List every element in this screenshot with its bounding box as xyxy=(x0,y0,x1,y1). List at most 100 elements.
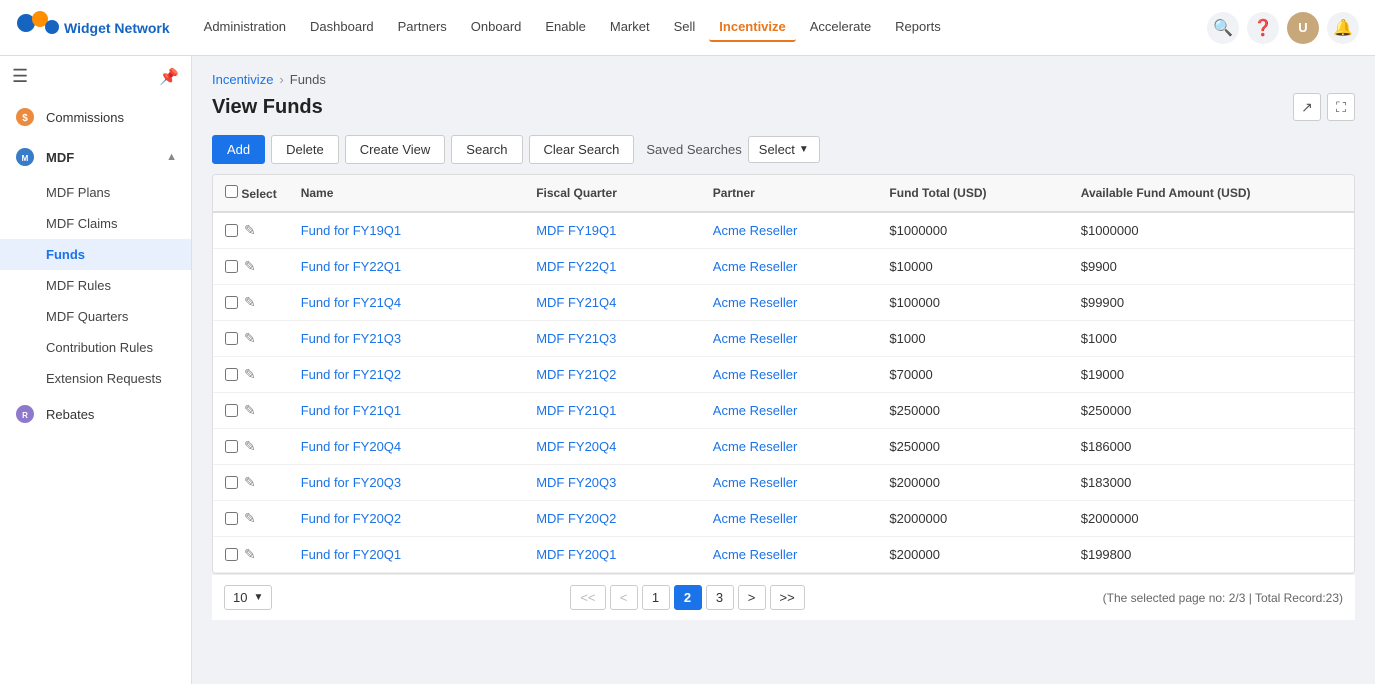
sidebar-sub-item-mdf-plans[interactable]: MDF Plans xyxy=(0,177,191,208)
edit-icon-6[interactable]: ✎ xyxy=(244,438,256,455)
saved-searches-select[interactable]: Select ▼ xyxy=(748,136,820,163)
pagination-page-2[interactable]: 2 xyxy=(674,585,702,610)
nav-link-administration[interactable]: Administration xyxy=(194,13,296,42)
row-checkbox-2[interactable] xyxy=(225,296,238,309)
edit-icon-1[interactable]: ✎ xyxy=(244,258,256,275)
row-partner-link-1[interactable]: Acme Reseller xyxy=(713,259,798,274)
row-fq-link-3[interactable]: MDF FY21Q3 xyxy=(536,331,616,346)
sidebar-sub-item-extension-requests[interactable]: Extension Requests xyxy=(0,363,191,394)
nav-link-partners[interactable]: Partners xyxy=(388,13,457,42)
table-row: ✎ Fund for FY20Q3 MDF FY20Q3 Acme Resell… xyxy=(213,465,1354,501)
nav-link-sell[interactable]: Sell xyxy=(664,13,706,42)
pagination-page-3[interactable]: 3 xyxy=(706,585,734,610)
search-button[interactable]: Search xyxy=(451,135,522,164)
nav-links: AdministrationDashboardPartnersOnboardEn… xyxy=(194,13,1207,42)
row-fq-link-8[interactable]: MDF FY20Q2 xyxy=(536,511,616,526)
row-checkbox-9[interactable] xyxy=(225,548,238,561)
pagination-first[interactable]: << xyxy=(570,585,605,610)
pagination-page-1[interactable]: 1 xyxy=(642,585,670,610)
user-avatar[interactable]: U xyxy=(1287,12,1319,44)
edit-icon-0[interactable]: ✎ xyxy=(244,222,256,239)
row-partner-link-6[interactable]: Acme Reseller xyxy=(713,439,798,454)
sidebar-mdf-group[interactable]: M MDF ▲ xyxy=(0,137,191,177)
row-fq-link-7[interactable]: MDF FY20Q3 xyxy=(536,475,616,490)
edit-icon-4[interactable]: ✎ xyxy=(244,366,256,383)
row-name-link-0[interactable]: Fund for FY19Q1 xyxy=(301,223,401,238)
pagination-next[interactable]: > xyxy=(738,585,766,610)
edit-icon-8[interactable]: ✎ xyxy=(244,510,256,527)
row-checkbox-6[interactable] xyxy=(225,440,238,453)
row-partner-link-4[interactable]: Acme Reseller xyxy=(713,367,798,382)
clear-search-button[interactable]: Clear Search xyxy=(529,135,635,164)
edit-icon-7[interactable]: ✎ xyxy=(244,474,256,491)
nav-link-reports[interactable]: Reports xyxy=(885,13,951,42)
page-size-select[interactable]: 10 ▼ xyxy=(224,585,272,610)
pagination-last[interactable]: >> xyxy=(770,585,805,610)
edit-icon-2[interactable]: ✎ xyxy=(244,294,256,311)
row-checkbox-4[interactable] xyxy=(225,368,238,381)
row-fq-link-4[interactable]: MDF FY21Q2 xyxy=(536,367,616,382)
row-name-link-2[interactable]: Fund for FY21Q4 xyxy=(301,295,401,310)
row-fiscal-quarter-4: MDF FY21Q2 xyxy=(524,357,701,393)
sidebar-sub-item-contribution-rules[interactable]: Contribution Rules xyxy=(0,332,191,363)
row-partner-link-2[interactable]: Acme Reseller xyxy=(713,295,798,310)
row-checkbox-3[interactable] xyxy=(225,332,238,345)
row-fq-link-1[interactable]: MDF FY22Q1 xyxy=(536,259,616,274)
row-partner-link-7[interactable]: Acme Reseller xyxy=(713,475,798,490)
nav-link-accelerate[interactable]: Accelerate xyxy=(800,13,881,42)
row-checkbox-1[interactable] xyxy=(225,260,238,273)
row-partner-link-5[interactable]: Acme Reseller xyxy=(713,403,798,418)
search-nav-icon[interactable]: 🔍 xyxy=(1207,12,1239,44)
sidebar-sub-item-mdf-quarters[interactable]: MDF Quarters xyxy=(0,301,191,332)
row-partner-link-0[interactable]: Acme Reseller xyxy=(713,223,798,238)
pin-icon[interactable]: 📌 xyxy=(159,67,179,87)
row-fq-link-9[interactable]: MDF FY20Q1 xyxy=(536,547,616,562)
row-name-link-5[interactable]: Fund for FY21Q1 xyxy=(301,403,401,418)
row-checkbox-0[interactable] xyxy=(225,224,238,237)
row-name-link-8[interactable]: Fund for FY20Q2 xyxy=(301,511,401,526)
select-all-checkbox[interactable] xyxy=(225,185,238,198)
row-partner-link-9[interactable]: Acme Reseller xyxy=(713,547,798,562)
add-button[interactable]: Add xyxy=(212,135,265,164)
row-name-link-7[interactable]: Fund for FY20Q3 xyxy=(301,475,401,490)
row-name-link-1[interactable]: Fund for FY22Q1 xyxy=(301,259,401,274)
create-view-button[interactable]: Create View xyxy=(345,135,446,164)
fullscreen-icon[interactable]: ⛶ xyxy=(1327,93,1355,121)
pagination-prev[interactable]: < xyxy=(610,585,638,610)
row-fq-link-2[interactable]: MDF FY21Q4 xyxy=(536,295,616,310)
nav-link-dashboard[interactable]: Dashboard xyxy=(300,13,384,42)
delete-button[interactable]: Delete xyxy=(271,135,339,164)
row-checkbox-7[interactable] xyxy=(225,476,238,489)
edit-icon-5[interactable]: ✎ xyxy=(244,402,256,419)
row-fq-link-0[interactable]: MDF FY19Q1 xyxy=(536,223,616,238)
nav-link-market[interactable]: Market xyxy=(600,13,660,42)
notifications-icon[interactable]: 🔔 xyxy=(1327,12,1359,44)
logo[interactable]: Widget Network xyxy=(16,9,170,47)
row-fq-link-5[interactable]: MDF FY21Q1 xyxy=(536,403,616,418)
row-name-link-3[interactable]: Fund for FY21Q3 xyxy=(301,331,401,346)
row-checkbox-5[interactable] xyxy=(225,404,238,417)
row-name-link-4[interactable]: Fund for FY21Q2 xyxy=(301,367,401,382)
sidebar-sub-item-mdf-rules[interactable]: MDF Rules xyxy=(0,270,191,301)
nav-link-incentivize[interactable]: Incentivize xyxy=(709,13,795,42)
help-icon[interactable]: ❓ xyxy=(1247,12,1279,44)
row-fq-link-6[interactable]: MDF FY20Q4 xyxy=(536,439,616,454)
sidebar-sub-item-mdf-claims[interactable]: MDF Claims xyxy=(0,208,191,239)
table-row: ✎ Fund for FY20Q4 MDF FY20Q4 Acme Resell… xyxy=(213,429,1354,465)
sidebar-item-rebates[interactable]: R Rebates xyxy=(0,394,191,434)
sidebar-item-commissions[interactable]: $ Commissions xyxy=(0,97,191,137)
breadcrumb-parent[interactable]: Incentivize xyxy=(212,72,273,87)
export-icon[interactable]: ↗ xyxy=(1293,93,1321,121)
edit-icon-9[interactable]: ✎ xyxy=(244,546,256,563)
row-name-link-9[interactable]: Fund for FY20Q1 xyxy=(301,547,401,562)
row-name-4: Fund for FY21Q2 xyxy=(289,357,524,393)
hamburger-icon[interactable]: ☰ xyxy=(12,66,28,87)
row-partner-link-3[interactable]: Acme Reseller xyxy=(713,331,798,346)
edit-icon-3[interactable]: ✎ xyxy=(244,330,256,347)
row-partner-link-8[interactable]: Acme Reseller xyxy=(713,511,798,526)
row-name-link-6[interactable]: Fund for FY20Q4 xyxy=(301,439,401,454)
row-checkbox-8[interactable] xyxy=(225,512,238,525)
nav-link-onboard[interactable]: Onboard xyxy=(461,13,532,42)
nav-link-enable[interactable]: Enable xyxy=(535,13,595,42)
sidebar-sub-item-funds[interactable]: Funds xyxy=(0,239,191,270)
